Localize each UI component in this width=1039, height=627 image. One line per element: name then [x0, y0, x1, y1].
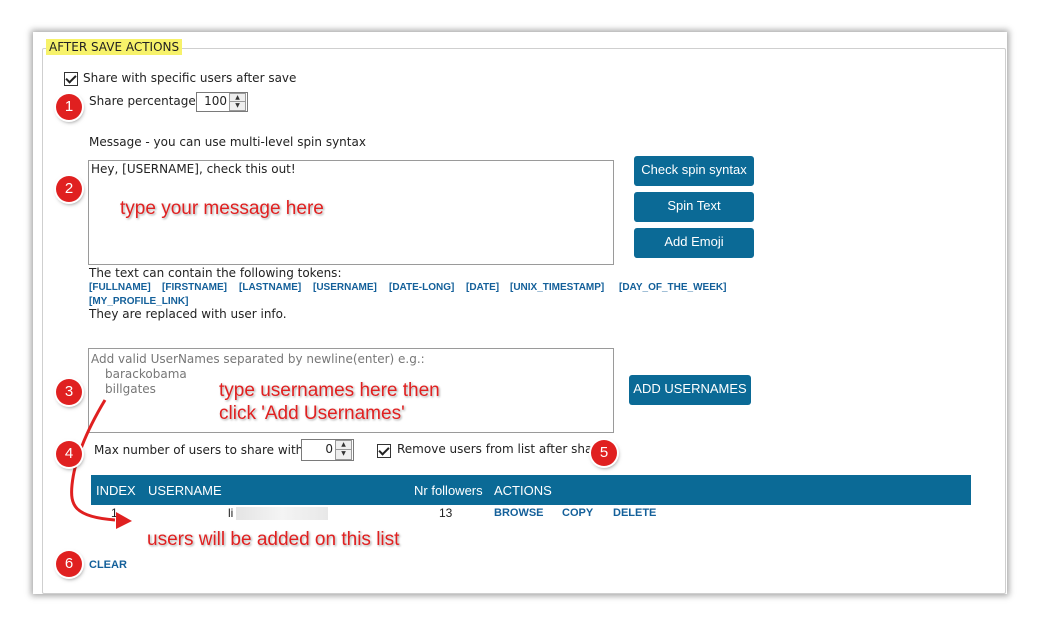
- step-badge-1: 1: [56, 94, 82, 120]
- username-redacted-blur: [236, 507, 328, 520]
- usernames-hint-line1: type usernames here then: [219, 380, 440, 401]
- token-date[interactable]: [DATE]: [466, 282, 499, 293]
- token-fullname[interactable]: [FULLNAME]: [89, 282, 151, 293]
- header-followers: Nr followers: [414, 483, 483, 498]
- step-badge-6: 6: [56, 551, 82, 577]
- share-percentage-value: 100: [204, 94, 227, 108]
- max-users-value: 0: [325, 442, 333, 456]
- delete-link[interactable]: DELETE: [613, 507, 656, 519]
- step-badge-3: 3: [56, 379, 82, 405]
- message-text: Hey, [USERNAME], check this out!: [91, 162, 296, 176]
- max-users-stepper[interactable]: 0 ▲ ▼: [301, 439, 354, 461]
- list-hint-annotation: users will be added on this list: [147, 529, 400, 550]
- token-date-long[interactable]: [DATE-LONG]: [389, 282, 454, 293]
- token-unix-timestamp[interactable]: [UNIX_TIMESTAMP]: [510, 282, 604, 293]
- token-lastname[interactable]: [LASTNAME]: [239, 282, 301, 293]
- step-badge-4: 4: [56, 441, 82, 467]
- stepper-down-icon[interactable]: ▼: [335, 449, 352, 460]
- add-usernames-button[interactable]: ADD USERNAMES: [629, 375, 751, 405]
- row-followers: 13: [439, 506, 453, 520]
- message-label: Message - you can use multi-level spin s…: [89, 135, 366, 149]
- token-username[interactable]: [USERNAME]: [313, 282, 377, 293]
- browse-link[interactable]: BROWSE: [494, 507, 544, 519]
- spin-text-button[interactable]: Spin Text: [634, 192, 754, 222]
- copy-link[interactable]: COPY: [562, 507, 593, 519]
- header-username: USERNAME: [148, 483, 222, 498]
- usernames-placeholder-line3: billgates: [105, 382, 156, 396]
- share-percentage-label: Share percentage: [89, 94, 196, 108]
- remove-users-label: Remove users from list after share: [397, 442, 605, 456]
- step-badge-2: 2: [56, 176, 82, 202]
- share-users-checkbox[interactable]: [64, 72, 78, 86]
- step-badge-5: 5: [591, 440, 617, 466]
- stepper-down-icon[interactable]: ▼: [229, 101, 246, 111]
- row-username: li: [228, 506, 234, 520]
- tokens-intro: The text can contain the following token…: [89, 266, 342, 280]
- message-hint-annotation: type your message here: [120, 198, 324, 219]
- usernames-placeholder-line1: Add valid UserNames separated by newline…: [91, 352, 425, 366]
- share-percentage-stepper[interactable]: 100 ▲ ▼: [196, 92, 248, 112]
- usernames-hint-line2: click 'Add Usernames': [219, 403, 405, 424]
- users-table-header: INDEX USERNAME Nr followers ACTIONS: [91, 475, 971, 505]
- add-emoji-button[interactable]: Add Emoji: [634, 228, 754, 258]
- token-day-of-the-week[interactable]: [DAY_OF_THE_WEEK]: [619, 282, 726, 293]
- check-spin-syntax-button[interactable]: Check spin syntax: [634, 156, 754, 186]
- usernames-placeholder-line2: barackobama: [105, 367, 187, 381]
- token-firstname[interactable]: [FIRSTNAME]: [162, 282, 227, 293]
- remove-users-checkbox[interactable]: [377, 444, 391, 458]
- tokens-outro: They are replaced with user info.: [89, 307, 287, 321]
- clear-link[interactable]: CLEAR: [89, 559, 127, 571]
- share-users-label: Share with specific users after save: [83, 71, 297, 85]
- header-actions: ACTIONS: [494, 483, 552, 498]
- group-title: AFTER SAVE ACTIONS: [46, 39, 183, 55]
- token-my-profile-link[interactable]: [MY_PROFILE_LINK]: [89, 296, 188, 307]
